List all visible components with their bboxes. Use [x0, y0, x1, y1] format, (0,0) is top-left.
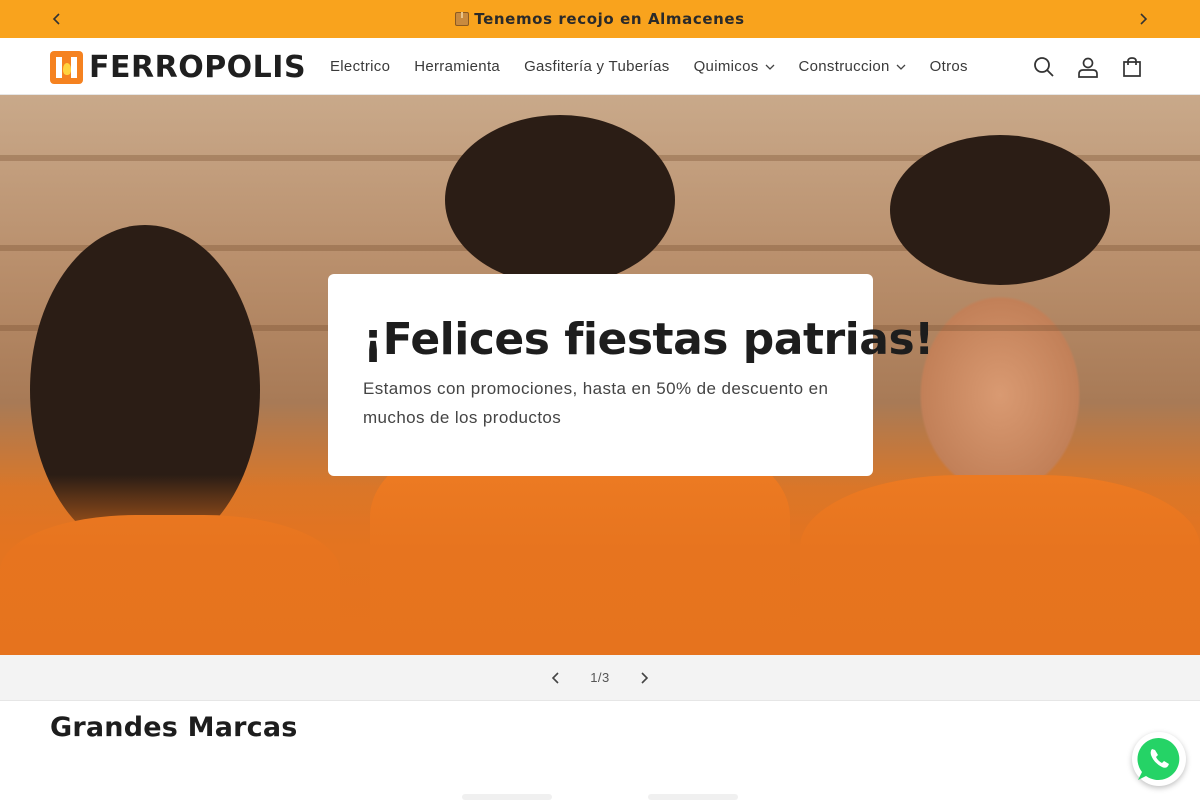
slide-next-button[interactable]: [627, 661, 661, 695]
hero-person-right: [890, 135, 1110, 285]
nav-item-quimicos[interactable]: Quimicos: [682, 38, 787, 95]
announcement-prev-button[interactable]: [38, 0, 76, 38]
chevron-left-icon: [52, 13, 60, 25]
slide-prev-button[interactable]: [539, 661, 573, 695]
main-nav: Electrico Herramienta Gasfitería y Tuber…: [318, 38, 980, 95]
nav-item-gasfiteria[interactable]: Gasfitería y Tuberías: [512, 38, 682, 95]
brand-card[interactable]: [648, 794, 738, 800]
nav-item-label: Construccion: [798, 58, 890, 75]
nav-item-label: Herramienta: [414, 58, 501, 75]
chevron-right-icon: [1140, 13, 1148, 25]
cart-button[interactable]: [1110, 45, 1154, 89]
slider-controls: 1/3: [0, 655, 1200, 701]
nav-item-otros[interactable]: Otros: [918, 38, 980, 95]
chevron-down-icon: [765, 62, 775, 72]
site-header: FERROPOLIS Electrico Herramienta Gasfite…: [0, 38, 1200, 95]
announcement-bar: Tenemos recojo en Almacenes: [0, 0, 1200, 38]
nav-item-label: Electrico: [330, 58, 391, 75]
account-button[interactable]: [1066, 45, 1110, 89]
search-icon: [1034, 57, 1054, 77]
whatsapp-button[interactable]: [1132, 732, 1186, 786]
logo-mark-icon: [50, 50, 83, 84]
nav-item-herramienta[interactable]: Herramienta: [402, 38, 512, 95]
nav-item-label: Otros: [929, 58, 968, 75]
hero-subtitle: Estamos con promociones, hasta en 50% de…: [363, 379, 829, 427]
chevron-down-icon: [896, 62, 906, 72]
nav-item-label: Quimicos: [693, 58, 759, 75]
search-button[interactable]: [1022, 45, 1066, 89]
package-icon: [455, 12, 470, 26]
account-icon: [1078, 57, 1098, 78]
hero-banner: ¡Felices fiestas patrias! Estamos con pr…: [0, 95, 1200, 655]
slide-counter: 1/3: [590, 670, 610, 685]
logo-text: FERROPOLIS: [89, 49, 307, 85]
site-logo[interactable]: FERROPOLIS: [50, 49, 306, 85]
nav-item-label: Gasfitería y Tuberías: [524, 58, 670, 75]
chevron-left-icon: [551, 671, 559, 684]
chevron-right-icon: [641, 671, 649, 684]
hero-person-center: [445, 115, 675, 285]
hero-title: ¡Felices fiestas patrias!: [363, 314, 934, 365]
cart-icon: [1123, 57, 1141, 77]
nav-item-construccion[interactable]: Construccion: [787, 38, 918, 95]
brand-card[interactable]: [462, 794, 552, 800]
whatsapp-icon: [1137, 737, 1180, 780]
hero-card: ¡Felices fiestas patrias! Estamos con pr…: [328, 274, 934, 476]
section-title: Grandes Marcas: [50, 712, 298, 743]
nav-item-electrico[interactable]: Electrico: [318, 38, 402, 95]
announcement-text: Tenemos recojo en Almacenes: [474, 10, 745, 28]
announcement-next-button[interactable]: [1124, 0, 1162, 38]
announcement-message: Tenemos recojo en Almacenes: [455, 10, 744, 28]
